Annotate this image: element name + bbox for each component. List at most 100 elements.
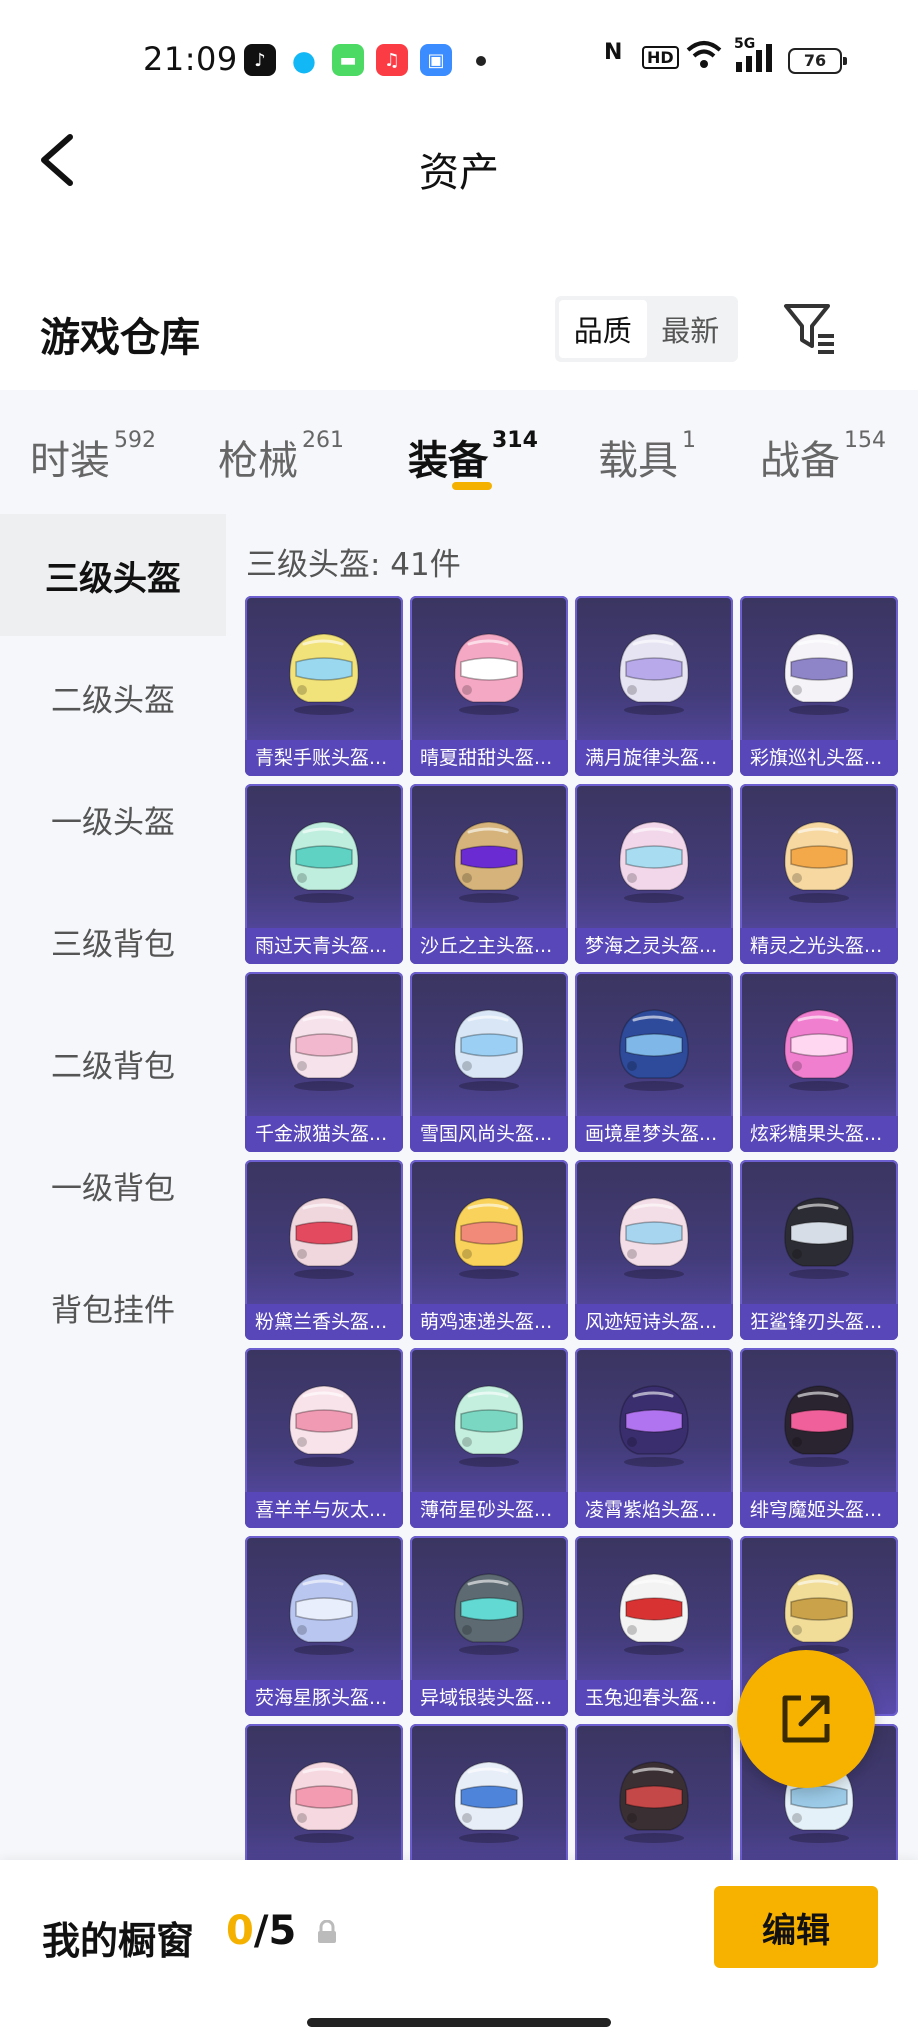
helmet-card[interactable]: 青梨手账头盔...: [245, 596, 403, 776]
helmet-card[interactable]: 凌霄紫焰头盔...: [575, 1348, 733, 1528]
helmet-card[interactable]: 异域银装头盔...: [410, 1536, 568, 1716]
tab-count: 592: [114, 428, 156, 453]
tab-label: 时装: [30, 438, 110, 484]
tab-equipment[interactable]: 装备 314: [408, 428, 538, 486]
notification-dot: [476, 56, 486, 66]
helmet-card[interactable]: 炫彩糖果头盔...: [740, 972, 898, 1152]
helmet-card[interactable]: 萌鸡速递头盔...: [410, 1160, 568, 1340]
helmet-card-label: 雪国风尚头盔...: [410, 1116, 568, 1152]
section-title: 游戏仓库: [40, 315, 200, 361]
signal-icon: 5G: [734, 36, 774, 80]
helmet-card[interactable]: 雨过天青头盔...: [245, 784, 403, 964]
helmet-card-label: 喜羊羊与灰太...: [245, 1492, 403, 1528]
helmet-card[interactable]: 雪国风尚头盔...: [410, 972, 568, 1152]
helmet-card[interactable]: 画境星梦头盔...: [575, 972, 733, 1152]
helmet-card[interactable]: 晴夏甜甜头盔...: [410, 596, 568, 776]
sidebar-item-level2-backpack[interactable]: 二级背包: [0, 1002, 226, 1124]
status-bar: 21:09 ♪ ● ▬ ♫ ▣ N HD 5G 76: [0, 0, 918, 120]
helmet-card[interactable]: 精灵之光头盔...: [740, 784, 898, 964]
helmet-icon: [454, 1761, 524, 1843]
helmet-card-label: 雨过天青头盔...: [245, 928, 403, 964]
tab-vehicles[interactable]: 载具 1: [598, 428, 696, 486]
helmet-icon: [289, 1573, 359, 1655]
helmet-icon: [289, 821, 359, 903]
helmet-card-label: 异域银装头盔...: [410, 1680, 568, 1716]
helmet-card[interactable]: 绯穹魔姬头盔...: [740, 1348, 898, 1528]
helmet-icon: [619, 1009, 689, 1091]
sort-option-newest[interactable]: 最新: [647, 300, 735, 358]
tab-count: 1: [682, 428, 696, 453]
helmet-card[interactable]: 粉黛兰香头盔...: [245, 1160, 403, 1340]
sidebar-item-backpack-charm[interactable]: 背包挂件: [0, 1246, 226, 1368]
list-heading: 三级头盔: 41件: [246, 547, 461, 583]
sidebar-item-level1-backpack[interactable]: 一级背包: [0, 1124, 226, 1246]
helmet-icon: [619, 1573, 689, 1655]
helmet-card[interactable]: 满月旋律头盔...: [575, 596, 733, 776]
helmet-card-label: 彩旗巡礼头盔...: [740, 740, 898, 776]
edit-button[interactable]: 编辑: [714, 1886, 878, 1968]
helmet-card-label: 画境星梦头盔...: [575, 1116, 733, 1152]
sidebar-item-level3-backpack[interactable]: 三级背包: [0, 880, 226, 1002]
helmet-card-label: 精灵之光头盔...: [740, 928, 898, 964]
files-icon: ▣: [420, 44, 452, 76]
helmet-icon: [289, 1009, 359, 1091]
sort-option-quality[interactable]: 品质: [559, 300, 647, 358]
helmet-card-label: 梦海之灵头盔...: [575, 928, 733, 964]
tab-label: 战备: [760, 438, 840, 484]
helmet-icon: [619, 1385, 689, 1467]
tab-fashion[interactable]: 时装 592: [30, 428, 156, 486]
helmet-icon: [784, 1197, 854, 1279]
tab-gear[interactable]: 战备 154: [760, 428, 886, 486]
status-time: 21:09: [143, 40, 238, 78]
qq-icon: ●: [288, 44, 320, 77]
hd-icon: HD: [642, 46, 679, 69]
showcase-current: 0: [226, 1908, 254, 1954]
messages-icon: ▬: [332, 44, 364, 76]
showcase-total: /5: [253, 1908, 297, 1954]
share-button[interactable]: [737, 1650, 875, 1788]
helmet-icon: [454, 633, 524, 715]
helmet-card-label: 满月旋律头盔...: [575, 740, 733, 776]
helmet-card[interactable]: 狂鲨锋刃头盔...: [740, 1160, 898, 1340]
helmet-icon: [289, 1197, 359, 1279]
share-icon: [782, 1695, 830, 1743]
helmet-card-label: 玉兔迎春头盔...: [575, 1680, 733, 1716]
helmet-card[interactable]: 玉兔迎春头盔...: [575, 1536, 733, 1716]
helmet-card-label: 晴夏甜甜头盔...: [410, 740, 568, 776]
helmet-card[interactable]: [245, 1724, 403, 1860]
helmet-card[interactable]: 荧海星豚头盔...: [245, 1536, 403, 1716]
sidebar-item-level3-helmet[interactable]: 三级头盔: [0, 514, 226, 636]
sort-toggle: 品质 最新: [555, 296, 738, 362]
helmet-card[interactable]: [410, 1724, 568, 1860]
sidebar-item-level1-helmet[interactable]: 一级头盔: [0, 758, 226, 880]
helmet-card[interactable]: 梦海之灵头盔...: [575, 784, 733, 964]
filter-button[interactable]: [782, 300, 838, 356]
helmet-icon: [784, 1573, 854, 1655]
showcase-bar: 我的橱窗 0/5 编辑: [0, 1860, 918, 2040]
helmet-icon: [289, 1385, 359, 1467]
helmet-card[interactable]: 喜羊羊与灰太...: [245, 1348, 403, 1528]
tab-weapons[interactable]: 枪械 261: [218, 428, 344, 486]
showcase-label: 我的橱窗: [42, 1919, 195, 1963]
helmet-icon: [784, 633, 854, 715]
nfc-icon: N: [604, 40, 623, 65]
helmet-card[interactable]: 薄荷星砂头盔...: [410, 1348, 568, 1528]
home-indicator: [307, 2018, 611, 2027]
tiktok-icon: ♪: [244, 44, 276, 76]
tab-label: 载具: [598, 438, 678, 484]
helmet-card[interactable]: 沙丘之主头盔...: [410, 784, 568, 964]
tab-label: 装备: [408, 438, 488, 484]
helmet-card[interactable]: 彩旗巡礼头盔...: [740, 596, 898, 776]
helmet-card-label: 沙丘之主头盔...: [410, 928, 568, 964]
lock-icon: [318, 1920, 336, 1943]
helmet-icon: [784, 1009, 854, 1091]
helmet-icon: [454, 821, 524, 903]
helmet-card[interactable]: [575, 1724, 733, 1860]
helmet-card[interactable]: 风迹短诗头盔...: [575, 1160, 733, 1340]
helmet-card[interactable]: 千金淑猫头盔...: [245, 972, 403, 1152]
helmet-icon: [619, 1197, 689, 1279]
helmet-icon: [619, 633, 689, 715]
battery-indicator: 76: [788, 48, 847, 74]
helmet-icon: [784, 821, 854, 903]
sidebar-item-level2-helmet[interactable]: 二级头盔: [0, 636, 226, 758]
